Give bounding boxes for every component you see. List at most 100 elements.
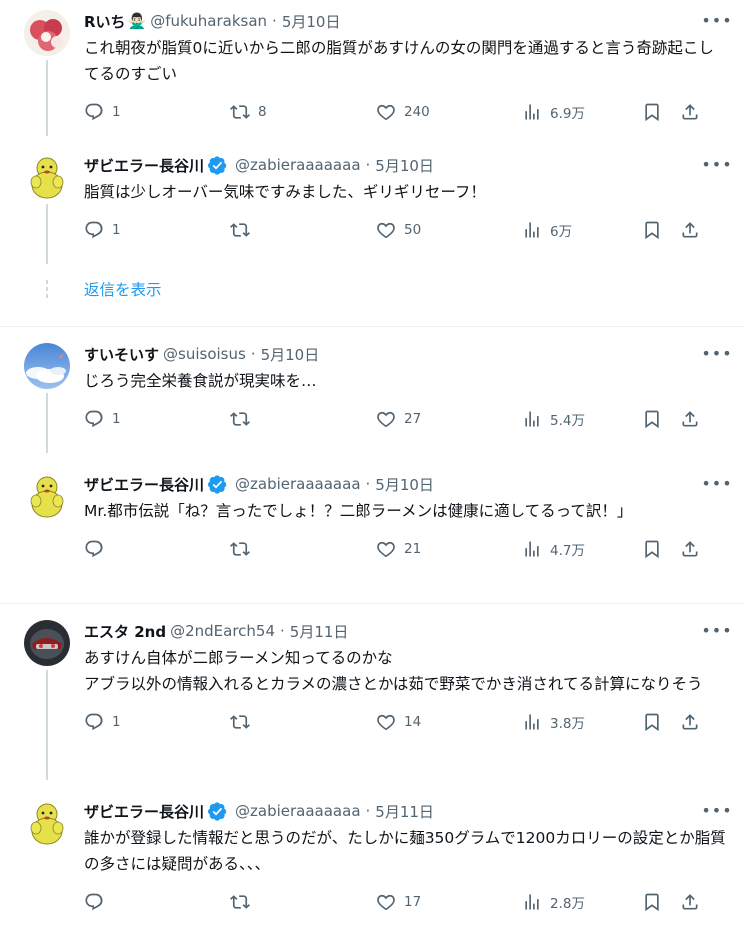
tweet-text: 脂質は少しオーバー気味ですみました、ギリギリセーフ！ xyxy=(84,183,486,201)
reply-button[interactable]: 1 xyxy=(84,712,230,732)
author-name[interactable]: ザビエラー長谷川 xyxy=(84,155,204,176)
views-button[interactable]: 5.4万 xyxy=(522,409,642,429)
tweet-date[interactable]: 5月11日 xyxy=(375,801,434,822)
author-handle[interactable]: @zabieraaaaaaa xyxy=(235,802,361,820)
tweet-header: Rいち 🙅🏻‍♂️ @fukuharaksan · 5月10日 xyxy=(84,10,728,32)
like-button[interactable]: 17 xyxy=(376,892,522,912)
author-name[interactable]: Rいち xyxy=(84,11,126,32)
mascot-avatar-image xyxy=(24,473,70,519)
retweet-button[interactable]: 8 xyxy=(230,102,376,122)
author-name[interactable]: すいそいす xyxy=(84,344,159,365)
reply-button[interactable]: 1 xyxy=(84,102,230,122)
tweet-date[interactable]: 5月10日 xyxy=(261,344,320,365)
views-button[interactable]: 3.8万 xyxy=(522,712,642,732)
reply-button[interactable] xyxy=(84,539,230,559)
avatar[interactable] xyxy=(24,620,70,666)
more-options-icon[interactable]: ••• xyxy=(701,343,731,363)
author-name[interactable]: エスタ 2nd xyxy=(84,621,166,642)
more-options-icon[interactable]: ••• xyxy=(701,620,731,640)
tweet-actions: 1 27 5.4万 xyxy=(84,407,728,431)
like-button[interactable]: 50 xyxy=(376,220,522,240)
tweet-header: ザビエラー長谷川 @zabieraaaaaaa · 5月10日 xyxy=(84,154,728,176)
bookmark-button[interactable] xyxy=(642,220,680,240)
avatar[interactable] xyxy=(24,10,70,56)
like-button[interactable]: 240 xyxy=(376,102,522,122)
author-handle[interactable]: @fukuharaksan xyxy=(150,12,267,30)
reply-button[interactable]: 1 xyxy=(84,409,230,429)
tweet-date[interactable]: 5月10日 xyxy=(282,11,341,32)
views-button[interactable]: 6.9万 xyxy=(522,102,642,122)
author-name[interactable]: ザビエラー長谷川 xyxy=(84,801,204,822)
bookmark-button[interactable] xyxy=(642,712,680,732)
reply-icon xyxy=(85,713,103,731)
show-replies-link[interactable]: 返信を表示 xyxy=(72,278,162,300)
share-button[interactable] xyxy=(680,409,700,429)
verified-badge-icon[interactable] xyxy=(208,474,227,494)
retweet-button[interactable] xyxy=(230,220,376,240)
more-options-icon[interactable]: ••• xyxy=(701,154,731,174)
bookmark-button[interactable] xyxy=(642,892,680,912)
share-button[interactable] xyxy=(680,102,700,122)
bookmark-button[interactable] xyxy=(642,409,680,429)
avatar[interactable] xyxy=(24,800,70,846)
more-options-icon[interactable]: ••• xyxy=(701,800,731,820)
tweet-header: すいそいす @suisoisus · 5月10日 xyxy=(84,343,728,365)
retweet-button[interactable] xyxy=(230,409,376,429)
more-options-icon[interactable]: ••• xyxy=(701,10,731,30)
tweet-gutter xyxy=(22,800,72,930)
share-icon xyxy=(682,894,698,910)
reply-count: 1 xyxy=(112,411,121,427)
retweet-button[interactable] xyxy=(230,712,376,732)
author-handle[interactable]: @2ndEarch54 xyxy=(170,622,275,640)
reply-icon xyxy=(85,221,103,239)
tweet[interactable]: ザビエラー長谷川 @zabieraaaaaaa · 5月10日 Mr.都市伝説「… xyxy=(0,453,744,603)
tweet[interactable]: ザビエラー長谷川 @zabieraaaaaaa · 5月10日 脂質は少しオーバ… xyxy=(0,136,744,264)
tweet[interactable]: Rいち 🙅🏻‍♂️ @fukuharaksan · 5月10日 これ朝夜が脂質0… xyxy=(0,10,744,136)
like-button[interactable]: 27 xyxy=(376,409,522,429)
author-handle[interactable]: @zabieraaaaaaa xyxy=(235,475,361,493)
author-handle[interactable]: @suisoisus xyxy=(163,345,246,363)
like-button[interactable]: 21 xyxy=(376,539,522,559)
share-button[interactable] xyxy=(680,712,700,732)
share-button[interactable] xyxy=(680,892,700,912)
retweet-button[interactable] xyxy=(230,539,376,559)
share-icon xyxy=(682,714,698,730)
like-count: 240 xyxy=(404,104,430,120)
avatar[interactable] xyxy=(24,473,70,519)
tweet[interactable]: ザビエラー長谷川 @zabieraaaaaaa · 5月11日 誰かが登録した情… xyxy=(0,780,744,930)
avatar[interactable] xyxy=(24,343,70,389)
separator-dot: · xyxy=(250,345,256,363)
heart-icon xyxy=(377,541,395,558)
show-replies-row[interactable]: 返信を表示 xyxy=(0,264,744,314)
share-icon xyxy=(682,222,698,238)
tweet-header: エスタ 2nd @2ndEarch54 · 5月11日 xyxy=(84,620,728,642)
tweet[interactable]: エスタ 2nd @2ndEarch54 · 5月11日 あすけん自体が二郎ラーメ… xyxy=(0,620,744,780)
tweet-date[interactable]: 5月11日 xyxy=(290,621,349,642)
more-options-icon[interactable]: ••• xyxy=(701,473,731,493)
like-button[interactable]: 14 xyxy=(376,712,522,732)
reply-button[interactable]: 1 xyxy=(84,220,230,240)
avatar[interactable] xyxy=(24,154,70,200)
tweet-date[interactable]: 5月10日 xyxy=(375,155,434,176)
tweet-text: あすけん自体が二郎ラーメン知ってるのかな アブラ以外の情報入れるとカラメの濃さと… xyxy=(84,649,703,693)
bookmark-button[interactable] xyxy=(642,539,680,559)
tweet-content: すいそいす @suisoisus · 5月10日 じろう完全栄養食説が現実味を…… xyxy=(72,343,728,453)
share-button[interactable] xyxy=(680,220,700,240)
bookmark-button[interactable] xyxy=(642,102,680,122)
views-button[interactable]: 2.8万 xyxy=(522,892,642,912)
retweet-icon xyxy=(230,542,250,556)
tweet[interactable]: すいそいす @suisoisus · 5月10日 じろう完全栄養食説が現実味を…… xyxy=(0,343,744,453)
views-button[interactable]: 6万 xyxy=(522,220,642,240)
share-button[interactable] xyxy=(680,539,700,559)
bookmark-icon xyxy=(645,103,659,122)
reply-button[interactable] xyxy=(84,892,230,912)
author-handle[interactable]: @zabieraaaaaaa xyxy=(235,156,361,174)
verified-badge-icon[interactable] xyxy=(208,801,227,821)
tweet-date[interactable]: 5月10日 xyxy=(375,474,434,495)
tweet-text: 誰かが登録した情報だと思うのだが、たしかに麺350グラムで1200カロリーの設定… xyxy=(84,829,726,873)
retweet-button[interactable] xyxy=(230,892,376,912)
verified-badge-icon[interactable] xyxy=(208,155,227,175)
views-count: 6.9万 xyxy=(550,106,585,122)
author-name[interactable]: ザビエラー長谷川 xyxy=(84,474,204,495)
views-button[interactable]: 4.7万 xyxy=(522,539,642,559)
